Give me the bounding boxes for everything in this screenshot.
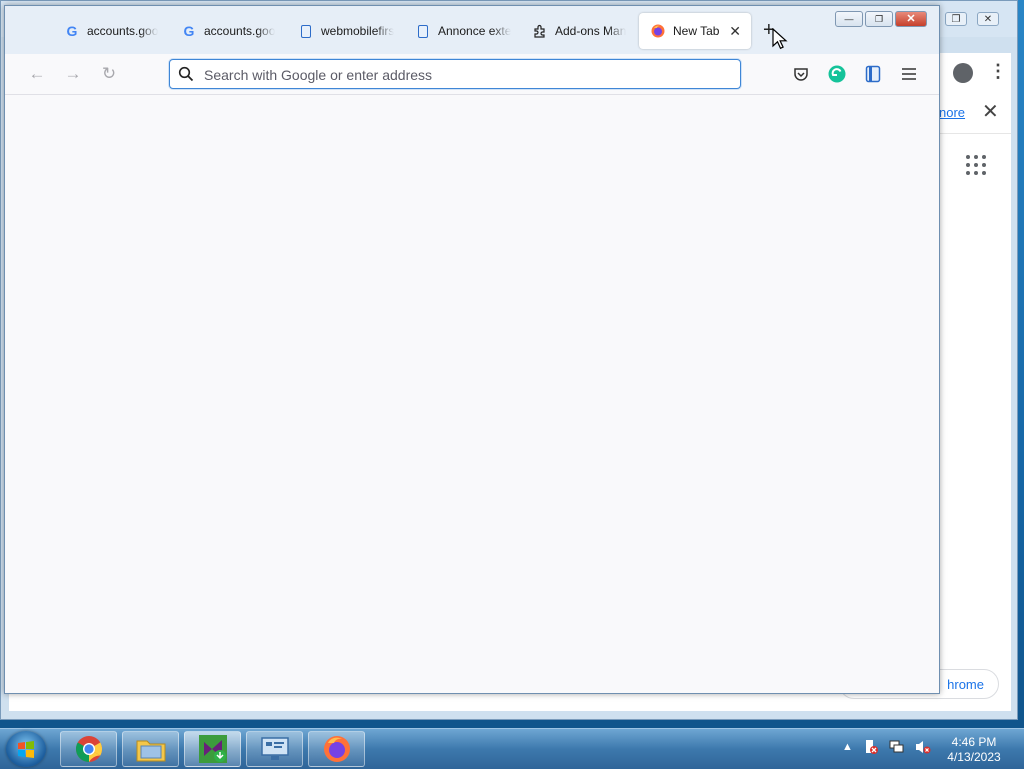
- tab-accounts-google-2[interactable]: G accounts.goo: [170, 13, 282, 49]
- chrome-close-button[interactable]: ✕: [977, 12, 999, 26]
- search-icon: [178, 66, 194, 82]
- remote-desktop-icon: [260, 737, 289, 760]
- extension-document-icon[interactable]: [863, 64, 883, 84]
- notice-close-icon[interactable]: ✕: [982, 99, 999, 124]
- tab-label: accounts.goo: [87, 24, 159, 38]
- window-controls: — ❐ ✕: [835, 11, 927, 27]
- clock-date: 4/13/2023: [947, 750, 1001, 764]
- address-bar[interactable]: [169, 59, 741, 89]
- document-icon: [416, 24, 430, 38]
- firefox-window: G accounts.goo G accounts.goo webmobilef…: [4, 5, 940, 694]
- profile-avatar-icon[interactable]: [953, 63, 973, 83]
- document-icon: [299, 24, 313, 38]
- restore-button[interactable]: ❐: [865, 11, 893, 27]
- taskbar-remote-desktop[interactable]: [246, 731, 303, 767]
- tab-webmobilefirst[interactable]: webmobilefirs: [287, 13, 399, 49]
- volume-muted-icon[interactable]: [915, 739, 931, 755]
- firefox-icon: [323, 736, 350, 762]
- start-button[interactable]: [6, 731, 46, 767]
- tab-accounts-google-1[interactable]: G accounts.goo: [53, 13, 165, 49]
- forward-arrow-icon[interactable]: →: [61, 62, 85, 86]
- system-clock[interactable]: 4:46 PM 4/13/2023: [938, 735, 1010, 765]
- tab-label: Add-ons Man: [555, 24, 627, 38]
- reload-icon[interactable]: ↻: [97, 62, 121, 86]
- chrome-restore-button[interactable]: ❐: [945, 12, 967, 26]
- tab-label: New Tab: [673, 24, 720, 38]
- tab-annonce[interactable]: Annonce exte: [404, 13, 516, 49]
- tab-label: webmobilefirs: [321, 24, 395, 38]
- grammarly-icon[interactable]: [827, 64, 847, 84]
- show-hidden-icons-button[interactable]: ▲: [842, 741, 853, 753]
- hamburger-menu-icon[interactable]: [899, 64, 919, 84]
- taskbar: ▲ 4:46 PM 4/13/2023: [0, 728, 1024, 769]
- back-arrow-icon[interactable]: ←: [25, 62, 49, 86]
- tab-addons-manager[interactable]: Add-ons Man: [521, 13, 633, 49]
- tab-strip: G accounts.goo G accounts.goo webmobilef…: [5, 6, 939, 54]
- tab-label: Annonce exte: [438, 24, 512, 38]
- tab-close-icon[interactable]: ✕: [729, 23, 741, 40]
- action-center-warning-icon[interactable]: [863, 739, 879, 755]
- file-explorer-icon: [136, 740, 165, 762]
- firefox-icon: [651, 24, 665, 38]
- mouse-cursor-icon: [772, 27, 788, 55]
- visual-studio-installer-icon: [198, 735, 227, 763]
- chrome-menu-icon[interactable]: ⋮: [989, 61, 1007, 82]
- navigation-toolbar: ← → ↻: [5, 54, 939, 95]
- minimize-button[interactable]: —: [835, 11, 863, 27]
- windows-logo-icon: [18, 741, 34, 758]
- system-tray: ▲: [842, 739, 931, 755]
- google-icon: G: [66, 23, 78, 39]
- network-icon[interactable]: [889, 739, 905, 755]
- pocket-icon[interactable]: [791, 64, 811, 84]
- close-window-button[interactable]: ✕: [895, 11, 927, 27]
- google-icon: G: [183, 23, 195, 39]
- tab-label: accounts.goo: [204, 24, 276, 38]
- learn-more-link[interactable]: nore: [939, 105, 965, 120]
- taskbar-file-explorer[interactable]: [122, 731, 179, 767]
- new-tab-page: [5, 95, 939, 693]
- puzzle-icon: [533, 24, 547, 38]
- taskbar-firefox[interactable]: [308, 731, 365, 767]
- tab-new-tab[interactable]: New Tab ✕: [639, 13, 751, 49]
- taskbar-chrome[interactable]: [60, 731, 117, 767]
- google-apps-icon[interactable]: [964, 153, 988, 177]
- clock-time: 4:46 PM: [951, 735, 997, 749]
- url-input[interactable]: [202, 63, 726, 87]
- taskbar-visual-studio-installer[interactable]: [184, 731, 241, 767]
- chrome-icon: [75, 736, 102, 763]
